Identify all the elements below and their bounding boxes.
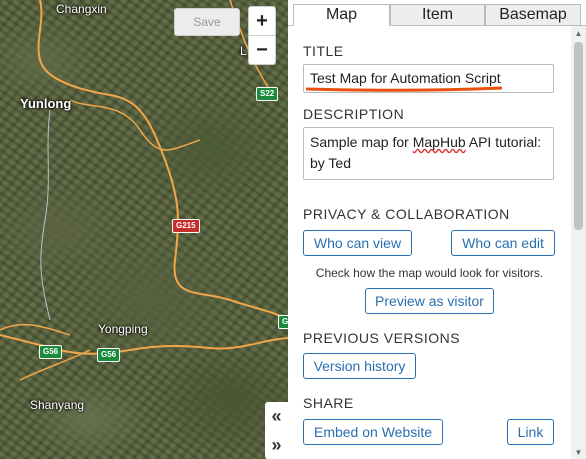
- road-shield-s22: S22: [256, 87, 279, 101]
- side-panel: Map Item Basemap TITLE Test Map for Auto…: [288, 0, 586, 459]
- save-button[interactable]: Save: [174, 8, 240, 36]
- version-history-button[interactable]: Version history: [303, 353, 416, 379]
- description-label: DESCRIPTION: [303, 106, 405, 122]
- tab-bar: Map Item Basemap: [293, 4, 586, 26]
- tab-map[interactable]: Map: [293, 4, 390, 26]
- panel-scrollbar[interactable]: ▲ ▼: [571, 26, 586, 459]
- place-label-changxin: Changxin: [56, 2, 107, 16]
- place-label-l: L: [240, 44, 247, 58]
- map-view[interactable]: Changxin Yunlong Yongping Shanyang L S22…: [0, 0, 288, 459]
- place-label-yunlong: Yunlong: [20, 96, 72, 111]
- scrollbar-thumb[interactable]: [574, 42, 583, 230]
- description-text: Sample map for: [310, 134, 413, 150]
- chevron-left-icon[interactable]: «: [271, 407, 281, 425]
- map-roads: [0, 0, 288, 381]
- link-button[interactable]: Link: [507, 419, 554, 445]
- road-shield-g56: G56: [97, 348, 121, 362]
- description-textarea[interactable]: Sample map for MapHub API tutorial: by T…: [303, 127, 554, 180]
- embed-website-button[interactable]: Embed on Website: [303, 419, 443, 445]
- place-label-yongping: Yongping: [98, 322, 148, 336]
- zoom-out-button[interactable]: −: [249, 36, 275, 64]
- zoom-control: + −: [248, 6, 276, 65]
- versions-label: PREVIOUS VERSIONS: [303, 330, 461, 346]
- scroll-down-arrow-icon[interactable]: ▼: [571, 445, 586, 459]
- chevron-right-icon[interactable]: »: [271, 436, 281, 454]
- visitor-hint: Check how the map would look for visitor…: [315, 266, 544, 280]
- annotation-underline: [306, 86, 502, 92]
- road-shield-g: G: [278, 315, 288, 329]
- tab-basemap[interactable]: Basemap: [485, 4, 581, 26]
- tab-item[interactable]: Item: [390, 4, 485, 26]
- who-can-edit-button[interactable]: Who can edit: [451, 230, 555, 256]
- misspelled-word: MapHub: [412, 134, 466, 150]
- scroll-up-arrow-icon[interactable]: ▲: [571, 26, 586, 40]
- road-shield-g56: G56: [39, 345, 63, 359]
- preview-visitor-button[interactable]: Preview as visitor: [365, 288, 494, 314]
- who-can-view-button[interactable]: Who can view: [303, 230, 412, 256]
- title-label: TITLE: [303, 43, 344, 59]
- place-label-shanyang: Shanyang: [30, 398, 85, 412]
- zoom-in-button[interactable]: +: [249, 7, 275, 36]
- panel-toggle[interactable]: « »: [265, 402, 288, 459]
- share-label: SHARE: [303, 395, 354, 411]
- road-shield-g215: G215: [172, 219, 200, 233]
- privacy-label: PRIVACY & COLLABORATION: [303, 206, 510, 222]
